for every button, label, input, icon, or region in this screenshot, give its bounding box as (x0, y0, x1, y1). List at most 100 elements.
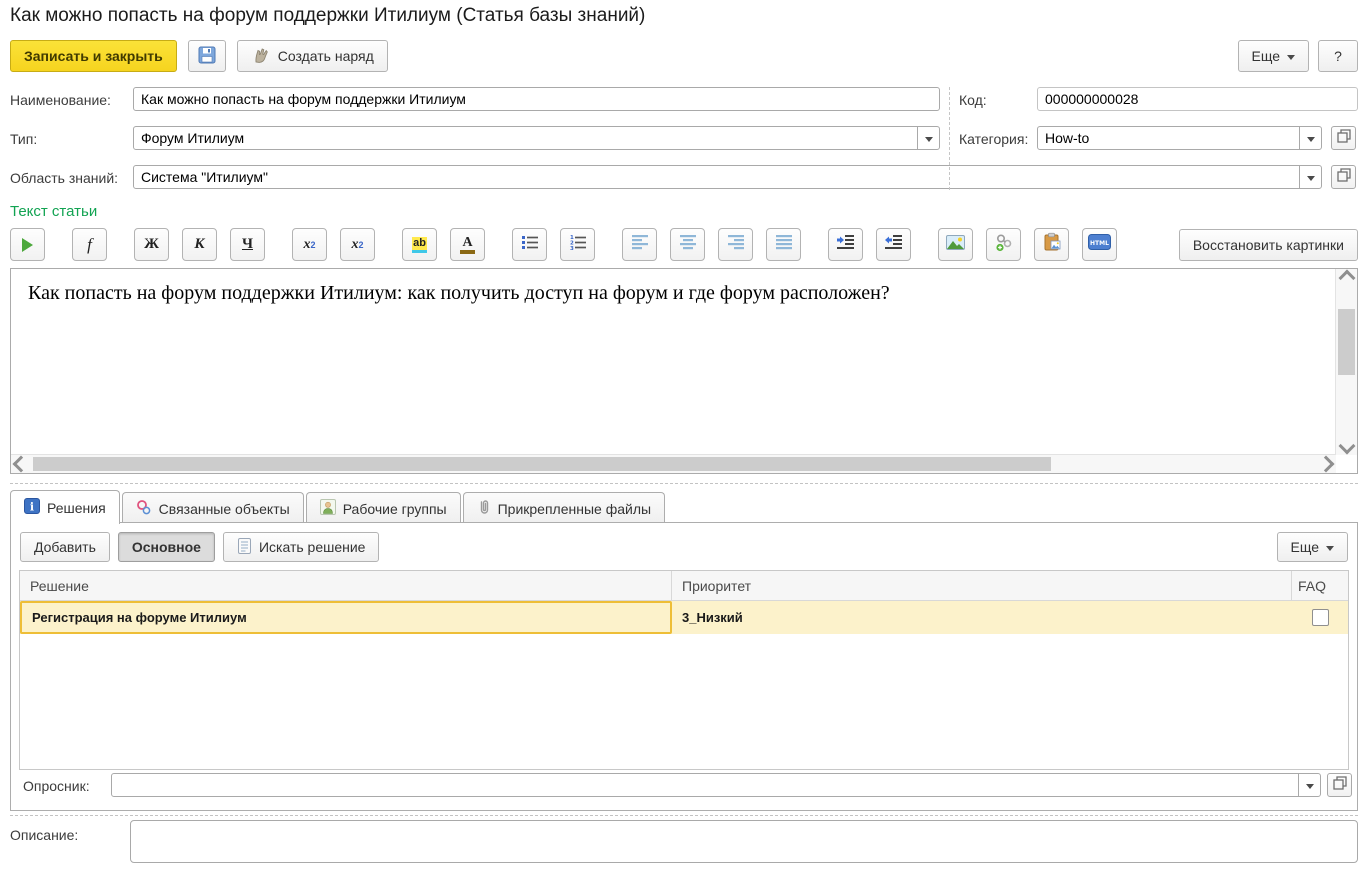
html-mode-button[interactable]: HTML (1082, 228, 1117, 261)
separator (10, 815, 1358, 816)
italic-button[interactable]: К (182, 228, 217, 261)
align-left-icon (631, 234, 649, 255)
insert-link-button[interactable] (986, 228, 1021, 261)
preview-button[interactable] (10, 228, 45, 261)
tab-solutions[interactable]: i Решения (10, 490, 120, 524)
chevron-down-icon (925, 137, 933, 142)
create-order-button[interactable]: Создать наряд (237, 40, 388, 72)
svg-text:i: i (30, 501, 34, 514)
font-color-button[interactable]: A (450, 228, 485, 261)
link-add-icon (994, 232, 1014, 257)
solutions-pane: Добавить Основное Искать решение Еще (10, 522, 1358, 811)
open-in-list-icon (1337, 168, 1351, 187)
category-open-button[interactable] (1331, 126, 1356, 150)
underline-button[interactable]: Ч (230, 228, 265, 261)
article-text[interactable]: Как попасть на форум поддержки Итилиум: … (11, 269, 1336, 455)
vertical-scroll-thumb[interactable] (1338, 309, 1355, 375)
chevron-right-icon (1318, 456, 1335, 473)
tab-linked-objects[interactable]: Связанные объекты (122, 492, 304, 524)
align-right-button[interactable] (718, 228, 753, 261)
bulleted-list-icon (521, 234, 539, 256)
tab-attached-files[interactable]: Прикрепленные файлы (463, 492, 665, 524)
subscript-button[interactable]: x2 (340, 228, 375, 261)
superscript-button[interactable]: x2 (292, 228, 327, 261)
editor-vertical-scrollbar[interactable] (1335, 269, 1357, 455)
align-center-button[interactable] (670, 228, 705, 261)
table-row[interactable]: Регистрация на форуме Итилиум 3_Низкий (20, 601, 1348, 634)
insert-image-button[interactable] (938, 228, 973, 261)
column-header-solution[interactable]: Решение (20, 571, 672, 600)
page-title: Как можно попасть на форум поддержки Ити… (10, 5, 645, 27)
paste-icon (1043, 232, 1061, 257)
faq-cell (1292, 601, 1348, 634)
open-in-list-icon (1337, 129, 1351, 148)
knowledge-area-combo[interactable]: Система "Итилиум" (133, 165, 1322, 189)
svg-text:3: 3 (570, 246, 574, 251)
category-combo[interactable]: How-to (1037, 126, 1322, 150)
bold-button[interactable]: Ж (134, 228, 169, 261)
editor-horizontal-scrollbar[interactable] (11, 454, 1336, 473)
description-label: Описание: (10, 827, 78, 843)
add-button[interactable]: Добавить (20, 532, 110, 562)
paste-button[interactable] (1034, 228, 1069, 261)
chevron-up-icon (1338, 270, 1355, 287)
knowledge-area-open-button[interactable] (1331, 165, 1356, 189)
article-editor[interactable]: Как попасть на форум поддержки Итилиум: … (10, 268, 1358, 474)
chevron-down-icon (1326, 546, 1334, 551)
work-group-icon (320, 499, 336, 518)
paperclip-icon (477, 499, 491, 518)
chevron-down-icon (1338, 438, 1355, 455)
scroll-right-button[interactable] (1319, 455, 1333, 473)
description-input[interactable] (130, 820, 1358, 863)
priority-cell[interactable]: 3_Низкий (672, 601, 1292, 634)
faq-checkbox[interactable] (1312, 609, 1329, 626)
column-header-priority[interactable]: Приоритет (672, 571, 1292, 600)
save-and-close-button[interactable]: Записать и закрыть (10, 40, 177, 72)
bulleted-list-button[interactable] (512, 228, 547, 261)
tab-work-groups[interactable]: Рабочие группы (306, 492, 461, 524)
indent-decrease-button[interactable] (876, 228, 911, 261)
indent-decrease-icon (884, 234, 903, 255)
restore-images-button[interactable]: Восстановить картинки (1179, 229, 1358, 261)
knowledge-area-dropdown-button[interactable] (1299, 166, 1321, 188)
chevron-down-icon (1306, 784, 1314, 789)
document-search-icon (237, 537, 252, 558)
indent-increase-button[interactable] (828, 228, 863, 261)
separator (10, 483, 1358, 484)
code-label: Код: (959, 92, 987, 108)
indent-increase-icon (836, 234, 855, 255)
name-label: Наименование: (10, 92, 111, 108)
questionnaire-dropdown-button[interactable] (1298, 774, 1320, 796)
more-button-top[interactable]: Еще (1238, 40, 1310, 72)
questionnaire-combo[interactable] (111, 773, 1321, 797)
help-button[interactable]: ? (1318, 40, 1358, 72)
align-left-button[interactable] (622, 228, 657, 261)
type-combo[interactable]: Форум Итилиум (133, 126, 940, 150)
knowledge-base-article-window: Как можно попасть на форум поддержки Ити… (0, 0, 1368, 872)
linked-objects-icon (136, 499, 152, 518)
code-input[interactable] (1037, 87, 1358, 111)
html-icon: HTML (1088, 234, 1111, 255)
create-order-hand-icon (251, 45, 271, 68)
numbered-list-button[interactable]: 123 (560, 228, 595, 261)
justify-button[interactable] (766, 228, 801, 261)
type-dropdown-button[interactable] (917, 127, 939, 149)
questionnaire-open-button[interactable] (1327, 773, 1352, 797)
scroll-down-button[interactable] (1336, 439, 1357, 453)
save-button[interactable] (188, 40, 226, 72)
solutions-table: Решение Приоритет FAQ Регистрация на фор… (19, 570, 1349, 770)
solution-cell[interactable]: Регистрация на форуме Итилиум (20, 601, 672, 634)
more-button-solutions[interactable]: Еще (1277, 532, 1349, 562)
scroll-up-button[interactable] (1336, 271, 1357, 285)
open-in-list-icon (1333, 776, 1347, 795)
category-dropdown-button[interactable] (1299, 127, 1321, 149)
main-toggle-button[interactable]: Основное (118, 532, 215, 562)
search-solution-button[interactable]: Искать решение (223, 532, 380, 562)
horizontal-scroll-thumb[interactable] (33, 457, 1051, 471)
font-button[interactable]: f (72, 228, 107, 261)
highlight-color-button[interactable]: ab (402, 228, 437, 261)
scroll-left-button[interactable] (14, 455, 28, 473)
column-header-faq[interactable]: FAQ (1292, 571, 1348, 600)
questionnaire-label: Опросник: (23, 778, 90, 794)
name-input[interactable] (133, 87, 940, 111)
